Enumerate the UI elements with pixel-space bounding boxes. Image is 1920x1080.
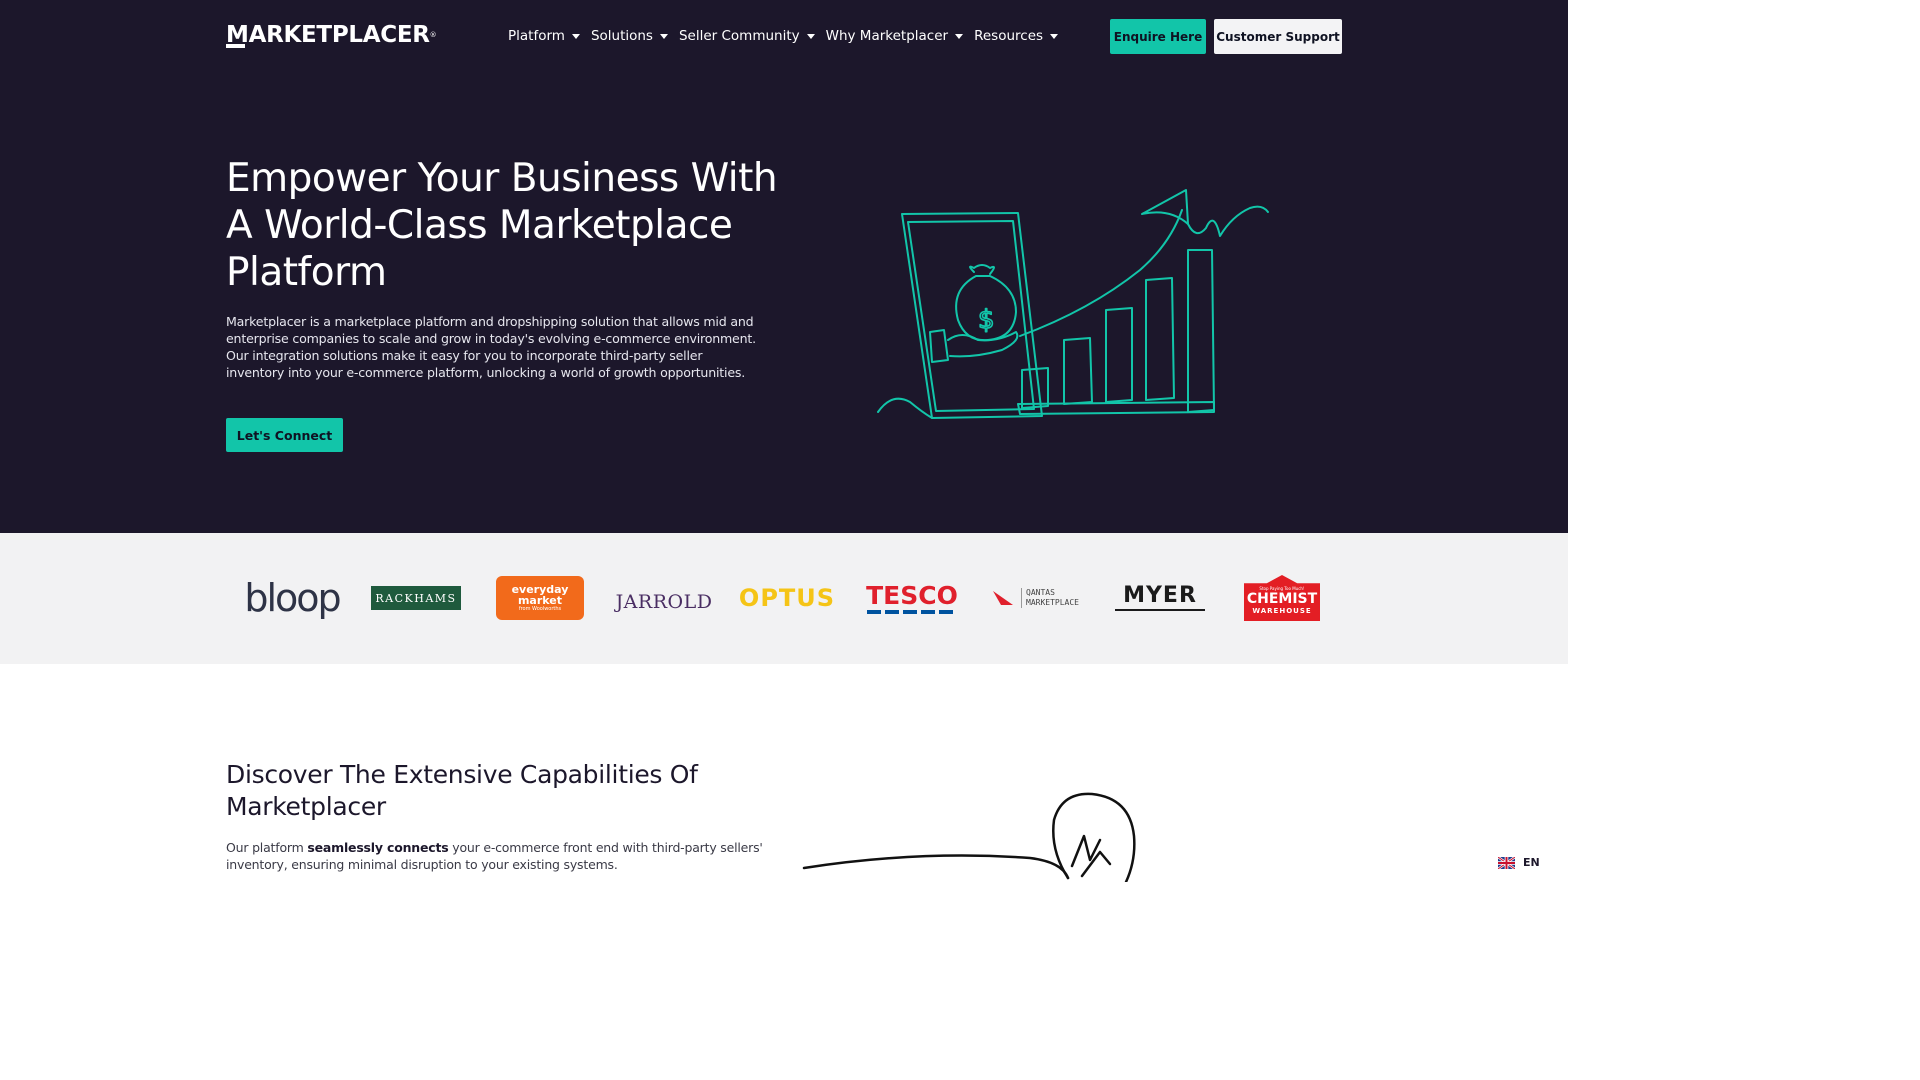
logo-text: market [517, 593, 563, 607]
logo-text: MARKETPLACER [226, 22, 430, 48]
desc-bold: seamlessly connects [307, 840, 449, 855]
growth-chart-illustration-icon: $ [877, 189, 1269, 419]
chevron-down-icon [659, 33, 668, 39]
nav-label: Why Marketplacer [825, 28, 949, 44]
capabilities-description: Our platform seamlessly connects your e-… [226, 839, 766, 873]
tesco-logo: TESCO [864, 573, 960, 623]
chemist-warehouse-logo: Stop Paying Too Much! CHEMIST WAREHOUSE [1242, 573, 1322, 623]
rackhams-logo: RACKHAMS [370, 573, 462, 623]
nav-platform[interactable]: Platform [508, 26, 580, 46]
chemist-badge: Stop Paying Too Much! CHEMIST WAREHOUSE [1244, 575, 1320, 621]
logo-text: WAREHOUSE [1252, 607, 1312, 615]
chevron-down-icon [571, 33, 580, 39]
logo-text: TESCO [866, 580, 958, 610]
hero-description: Marketplacer is a marketplace platform a… [226, 314, 756, 380]
logo-text: CHEMIST [1246, 591, 1318, 607]
enquire-button[interactable]: Enquire Here [1110, 19, 1206, 54]
logo-text: everyday [511, 582, 569, 596]
jarrold-logo: JARROLD [616, 573, 712, 623]
tesco-stripes [867, 609, 957, 614]
capabilities-title: Discover The Extensive Capabilities Of M… [226, 760, 698, 821]
uk-flag-icon [1498, 856, 1515, 869]
nav-label: Platform [508, 28, 565, 44]
customer-support-button[interactable]: Customer Support [1214, 19, 1342, 54]
logo-text: RACKHAMS [375, 591, 457, 605]
main-nav: Platform Solutions Seller Community Why … [508, 26, 1069, 46]
logo-text: QANTAS [1026, 588, 1055, 597]
logo-trademark: ® [429, 31, 437, 39]
nav-label: Solutions [590, 28, 653, 44]
language-code: EN [1523, 856, 1540, 869]
qantas-marketplace-logo: QANTAS MARKETPLACE [988, 573, 1084, 623]
lightbulb-illustration-icon [802, 792, 1136, 882]
qantas-text: QANTAS MARKETPLACE [1021, 588, 1079, 608]
marketplacer-logo[interactable]: MARKETPLACER® [226, 22, 437, 48]
language-selector[interactable]: EN [1498, 856, 1540, 869]
nav-seller-community[interactable]: Seller Community [679, 26, 815, 46]
bloop-logo: bloop [244, 573, 341, 623]
everyday-market-logo: everyday market from Woolworths [494, 573, 586, 623]
chevron-down-icon [1050, 33, 1059, 39]
partner-logos: bloop RACKHAMS everyday market from Wool… [0, 533, 1568, 664]
logo-underline [226, 44, 245, 48]
logo-text: from Woolworths [518, 605, 562, 612]
svg-text:$: $ [978, 305, 995, 335]
nav-label: Seller Community [678, 28, 800, 44]
logo-text: MARKETPLACE [1026, 598, 1079, 607]
hero-section: MARKETPLACER® Platform Solutions Seller … [0, 0, 1568, 533]
nav-resources[interactable]: Resources [974, 26, 1059, 46]
nav-label: Resources [974, 28, 1044, 44]
desc-text: Our platform [226, 840, 308, 855]
lets-connect-button[interactable]: Let's Connect [226, 418, 343, 452]
myer-underline [1115, 609, 1205, 611]
logo-text: OPTUS [738, 584, 836, 612]
logo-text: bloop [244, 576, 341, 620]
everyday-badge: everyday market from Woolworths [496, 576, 584, 620]
chevron-down-icon [955, 33, 964, 39]
rackhams-badge: RACKHAMS [371, 586, 461, 610]
logo-text: JARROLD [615, 591, 713, 613]
myer-logo: MYER [1112, 573, 1208, 623]
nav-why-marketplacer[interactable]: Why Marketplacer [825, 26, 964, 46]
nav-solutions[interactable]: Solutions [591, 26, 668, 46]
optus-logo: OPTUS [738, 573, 836, 623]
chevron-down-icon [806, 33, 815, 39]
qantas-kangaroo-icon [993, 591, 1013, 605]
logo-text: MYER [1123, 583, 1197, 608]
hero-title: Empower Your Business With A World-Class… [226, 156, 778, 295]
